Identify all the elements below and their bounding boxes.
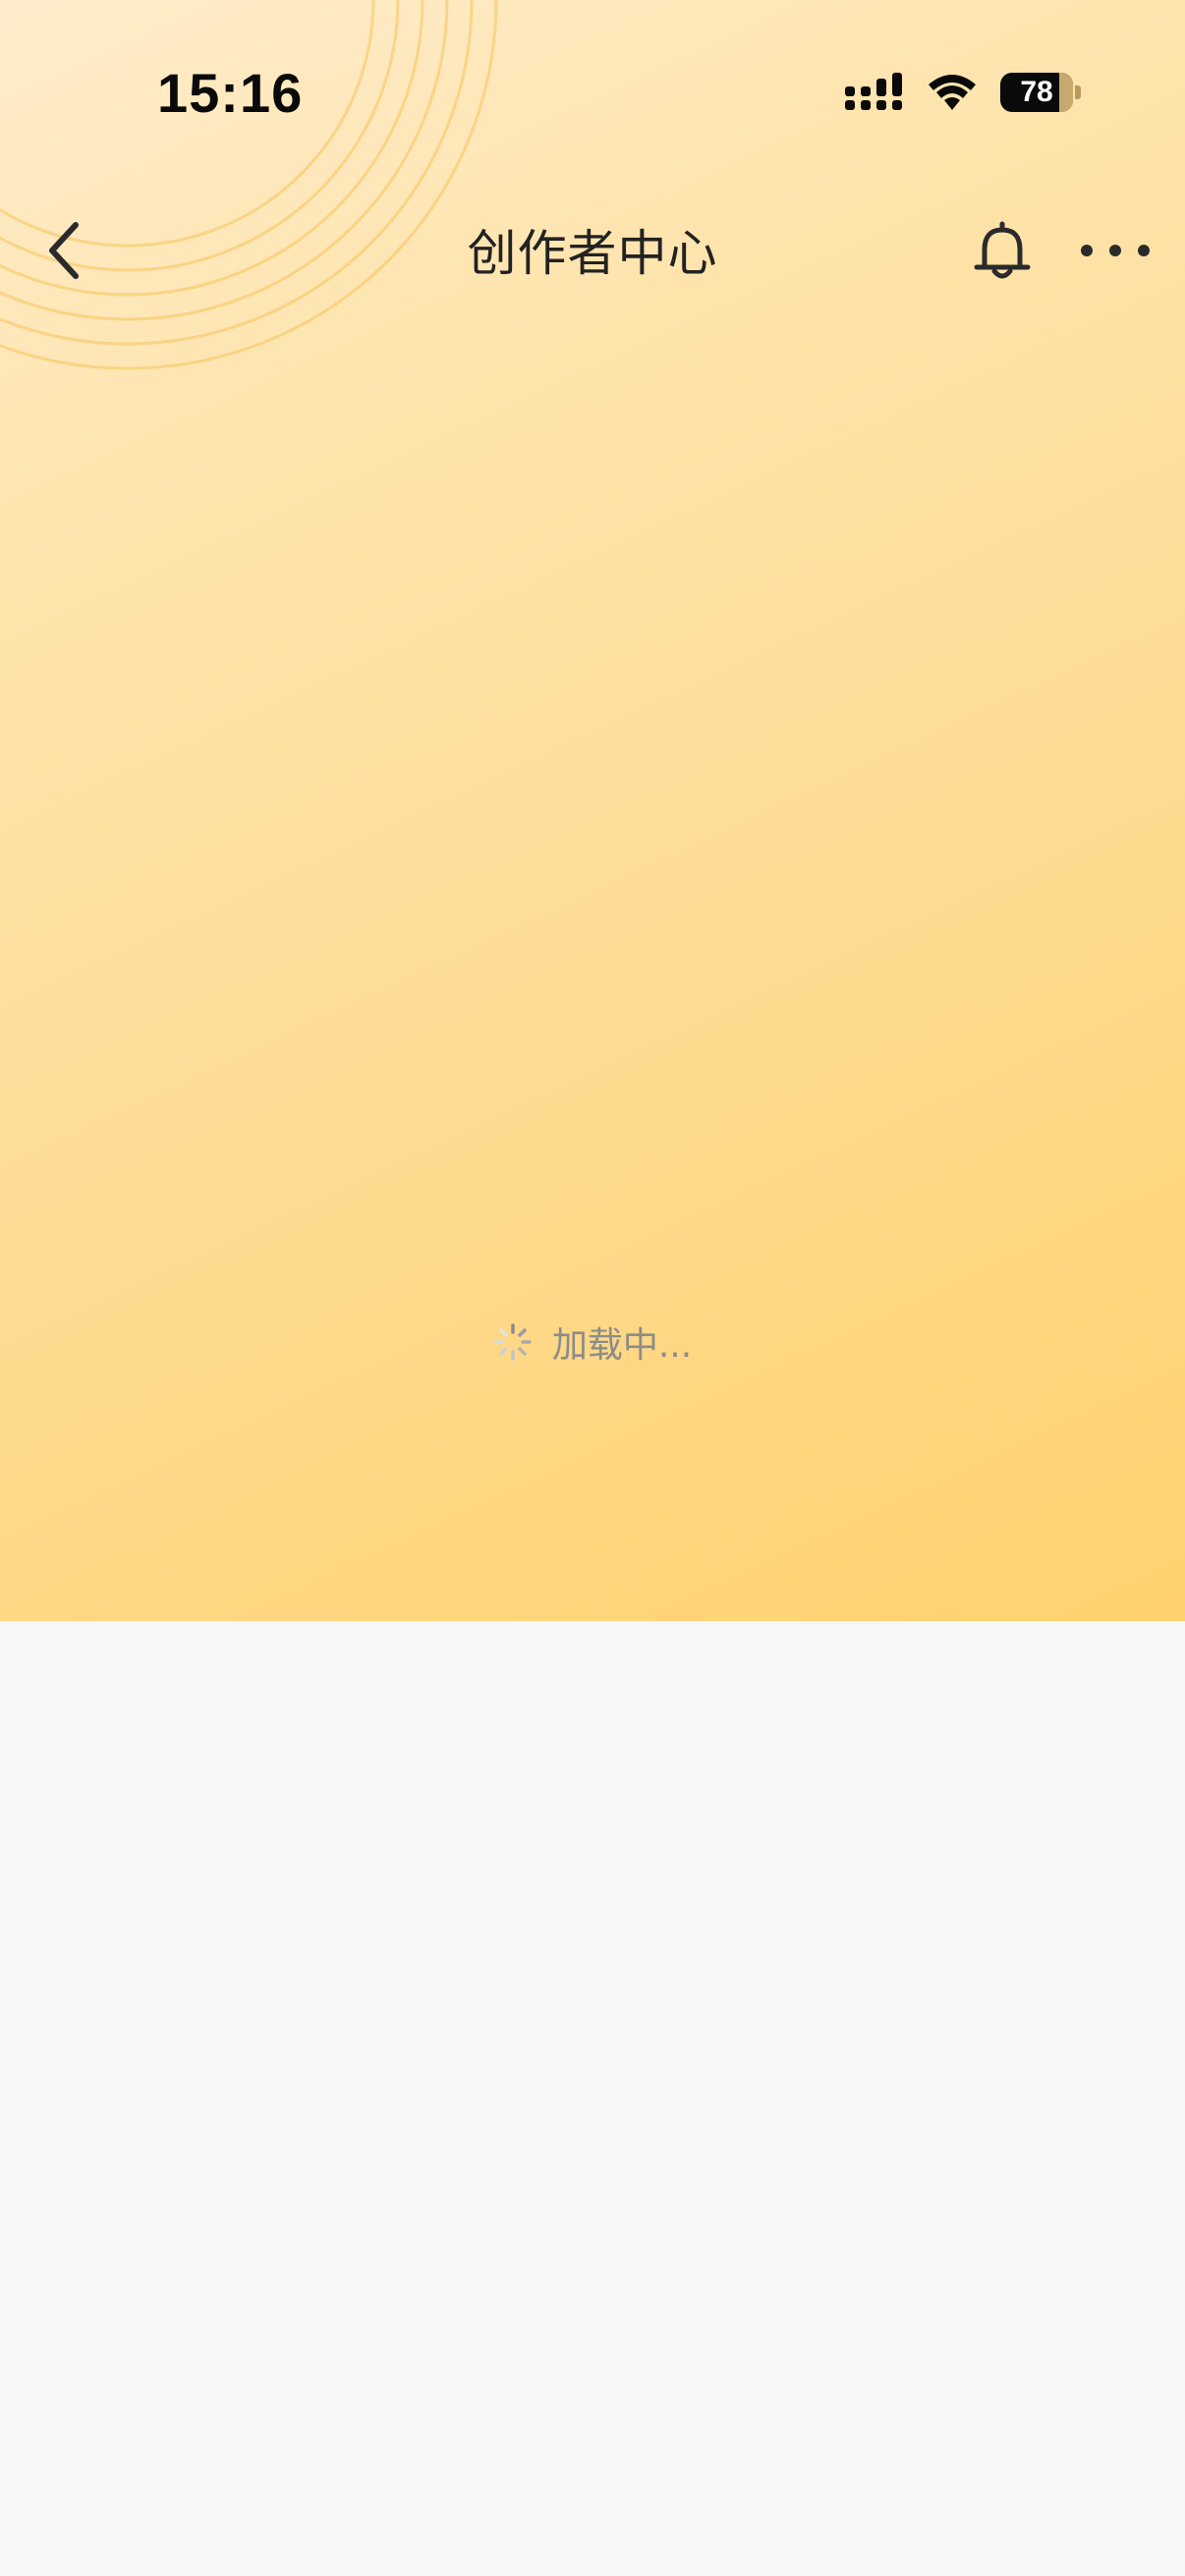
more-dots-icon	[1081, 245, 1150, 256]
status-icons: 78	[845, 73, 1081, 112]
battery-body: 78	[1000, 73, 1073, 112]
bell-icon	[974, 221, 1031, 279]
signal-icon	[845, 73, 904, 112]
loading-indicator: 加载中...	[0, 1316, 1185, 1368]
wifi-icon	[926, 73, 979, 112]
creator-center-screen: 15:16 78 创作者中心 加载中...	[0, 0, 1185, 2576]
status-bar: 15:16 78	[0, 0, 1185, 187]
battery-icon: 78	[1000, 73, 1081, 112]
nav-bar: 创作者中心	[0, 187, 1185, 314]
battery-empty-portion	[1059, 73, 1073, 112]
battery-level: 78	[1020, 76, 1053, 108]
status-time: 15:16	[157, 62, 304, 124]
loading-text: 加载中...	[551, 1325, 693, 1366]
battery-cap	[1075, 85, 1081, 99]
hero-background: 15:16 78 创作者中心 加载中...	[0, 0, 1185, 1621]
notifications-button[interactable]	[958, 206, 1046, 295]
spinner-icon	[494, 1323, 532, 1361]
more-options-button[interactable]	[1066, 206, 1164, 295]
